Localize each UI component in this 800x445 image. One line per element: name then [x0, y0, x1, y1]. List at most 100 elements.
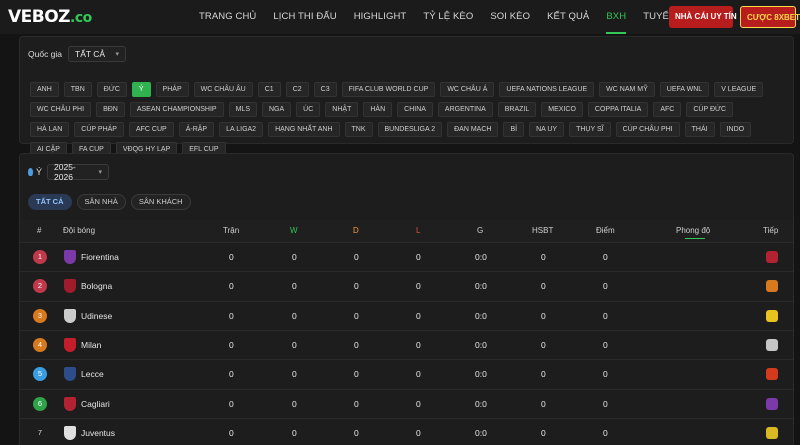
league-tag[interactable]: C3 [313, 82, 337, 97]
table-row[interactable]: 5 Lecce 0 0 0 0 0:0 0 0 [20, 359, 793, 388]
league-tag[interactable]: CÚP CHÂU PHI [615, 122, 680, 137]
league-tag[interactable]: HÀ LAN [30, 122, 70, 137]
league-tag[interactable]: NA UY [529, 122, 565, 137]
nav-item[interactable]: TRANG CHỦ [199, 0, 256, 34]
next-opponent-crest-icon[interactable] [766, 280, 778, 293]
league-tag[interactable]: ANH [30, 82, 59, 97]
league-tag[interactable]: WC CHÂU PHI [30, 102, 92, 117]
standings-panel: Ý 2025-2026 ▾ TẤT CẢ SÂN NHÀ SÂN KHÁCH #… [19, 153, 794, 445]
cell-hsbt: 0 [541, 339, 546, 350]
league-tag[interactable]: ÚC [296, 102, 321, 117]
team-name[interactable]: Lecce [81, 369, 104, 379]
league-tag[interactable]: MEXICO [541, 102, 583, 117]
league-tag[interactable]: ĐỨC [96, 82, 127, 97]
next-opponent-crest-icon[interactable] [766, 397, 778, 410]
team-name[interactable]: Cagliari [81, 399, 110, 409]
next-opponent-crest-icon[interactable] [766, 338, 778, 351]
league-tag[interactable]: COPPA ITALIA [587, 102, 649, 117]
team-crest-icon [64, 425, 76, 440]
site-logo[interactable]: VEBOZ.co [8, 7, 92, 27]
league-tag[interactable]: BRAZIL [497, 102, 537, 117]
nav-item[interactable]: TỶ LỆ KÈO [423, 0, 473, 34]
cell-played: 0 [229, 398, 234, 409]
league-tag[interactable]: C2 [285, 82, 309, 97]
league-tag[interactable]: Ả-RẬP [178, 122, 215, 137]
league-tag[interactable]: LA LIGA2 [219, 122, 264, 137]
team-name[interactable]: Juventus [81, 428, 115, 438]
league-tag[interactable]: THÁI [684, 122, 715, 137]
cell-points: 0 [603, 310, 608, 321]
league-tag[interactable]: WC CHÂU Á [440, 82, 495, 97]
league-tag[interactable]: CÚP PHÁP [74, 122, 124, 137]
cell-played: 0 [229, 369, 234, 380]
league-tag[interactable]: TBN [63, 82, 92, 97]
table-row[interactable]: 2 Bologna 0 0 0 0 0:0 0 0 [20, 271, 793, 300]
cell-points: 0 [603, 427, 608, 438]
next-opponent-crest-icon[interactable] [766, 251, 778, 263]
cell-hsbt: 0 [541, 427, 546, 438]
cell-d: 0 [354, 252, 359, 262]
league-tag[interactable]: PHÁP [155, 82, 189, 97]
league-tag[interactable]: HÀN [363, 102, 393, 117]
league-tag[interactable]: Ý [131, 82, 151, 97]
league-tag[interactable]: WC CHÂU ÂU [193, 82, 253, 97]
table-row[interactable]: 6 Cagliari 0 0 0 0 0:0 0 0 [20, 388, 793, 418]
table-row[interactable]: 1 Fiorentina 0 0 0 0 0:0 0 0 [20, 242, 793, 271]
nav-item[interactable]: KẾT QUẢ [547, 0, 589, 34]
league-tag[interactable]: WC NAM MỸ [599, 82, 655, 97]
cell-g: 0:0 [475, 339, 487, 350]
league-tag[interactable]: AFC CUP [128, 122, 174, 137]
col-team: Đội bóng [63, 226, 96, 235]
team-name[interactable]: Milan [81, 340, 101, 350]
league-tag[interactable]: BỈ [503, 122, 525, 137]
league-tag[interactable]: CÚP ĐỨC [686, 102, 734, 117]
next-opponent-crest-icon[interactable] [766, 368, 778, 381]
tab-home[interactable]: SÂN NHÀ [76, 194, 126, 210]
cell-w: 0 [292, 252, 297, 262]
league-tag[interactable]: TNK [344, 122, 373, 137]
league-tag[interactable]: ASEAN CHAMPIONSHIP [129, 102, 224, 117]
league-tag[interactable]: FIFA CLUB WORLD CUP [341, 82, 436, 97]
cell-l: 0 [416, 369, 421, 380]
league-tag[interactable]: AFC [653, 102, 682, 117]
cell-g: 0:0 [475, 281, 487, 292]
league-tag[interactable]: ARGENTINA [437, 102, 493, 117]
table-row[interactable]: 4 Milan 0 0 0 0 0:0 0 0 [20, 329, 793, 359]
league-tag[interactable]: BUNDESLIGA 2 [377, 122, 443, 137]
league-tag[interactable]: C1 [257, 82, 281, 97]
team-name[interactable]: Bologna [81, 281, 112, 291]
table-row[interactable]: 3 Udinese 0 0 0 0 0:0 0 0 [20, 300, 793, 330]
trusted-bookmaker-button[interactable]: NHÀ CÁI UY TÍN [669, 6, 737, 28]
league-tag[interactable]: UEFA NATIONS LEAGUE [499, 82, 595, 97]
nav-item[interactable]: LỊCH THI ĐẤU [273, 0, 336, 34]
cell-g: 0:0 [475, 310, 487, 321]
col-goal-diff: HSBT [532, 226, 554, 235]
league-tag[interactable]: BĐN [96, 102, 125, 117]
league-tag[interactable]: THỤY SĨ [569, 122, 611, 137]
next-opponent-crest-icon[interactable] [766, 426, 778, 439]
league-tag[interactable]: HẠNG NHẤT ANH [268, 122, 340, 137]
nav-item[interactable]: BXH [606, 0, 627, 34]
col-losses: L [416, 226, 421, 235]
team-name[interactable]: Udinese [81, 311, 112, 321]
league-tag[interactable]: ĐAN MẠCH [447, 122, 499, 137]
season-select[interactable]: 2025-2026 ▾ [47, 162, 110, 182]
league-tag[interactable]: NHẬT [325, 102, 359, 117]
nav-item[interactable]: SOI KÈO [490, 0, 530, 34]
league-tag[interactable]: NGA [262, 102, 292, 117]
next-opponent-crest-icon[interactable] [766, 309, 778, 322]
table-row[interactable]: 7 Juventus 0 0 0 0 0:0 0 0 [20, 417, 793, 445]
nav-item[interactable]: HIGHLIGHT [354, 0, 407, 34]
tab-away[interactable]: SÂN KHÁCH [130, 194, 191, 210]
league-tag[interactable]: UEFA WNL [659, 82, 710, 97]
league-tag[interactable]: MLS [228, 102, 257, 117]
bet-8xbet-button[interactable]: CƯỢC 8XBET [740, 6, 800, 28]
league-tag[interactable]: CHINA [397, 102, 433, 117]
league-tag[interactable]: V LEAGUE [714, 82, 764, 97]
league-tag[interactable]: INDO [719, 122, 752, 137]
logo-tld: .co [70, 10, 92, 26]
team-name[interactable]: Fiorentina [81, 252, 119, 262]
tab-all[interactable]: TẤT CẢ [28, 194, 72, 210]
cell-hsbt: 0 [541, 281, 546, 292]
country-select[interactable]: TẤT CẢ ▾ [68, 46, 127, 62]
